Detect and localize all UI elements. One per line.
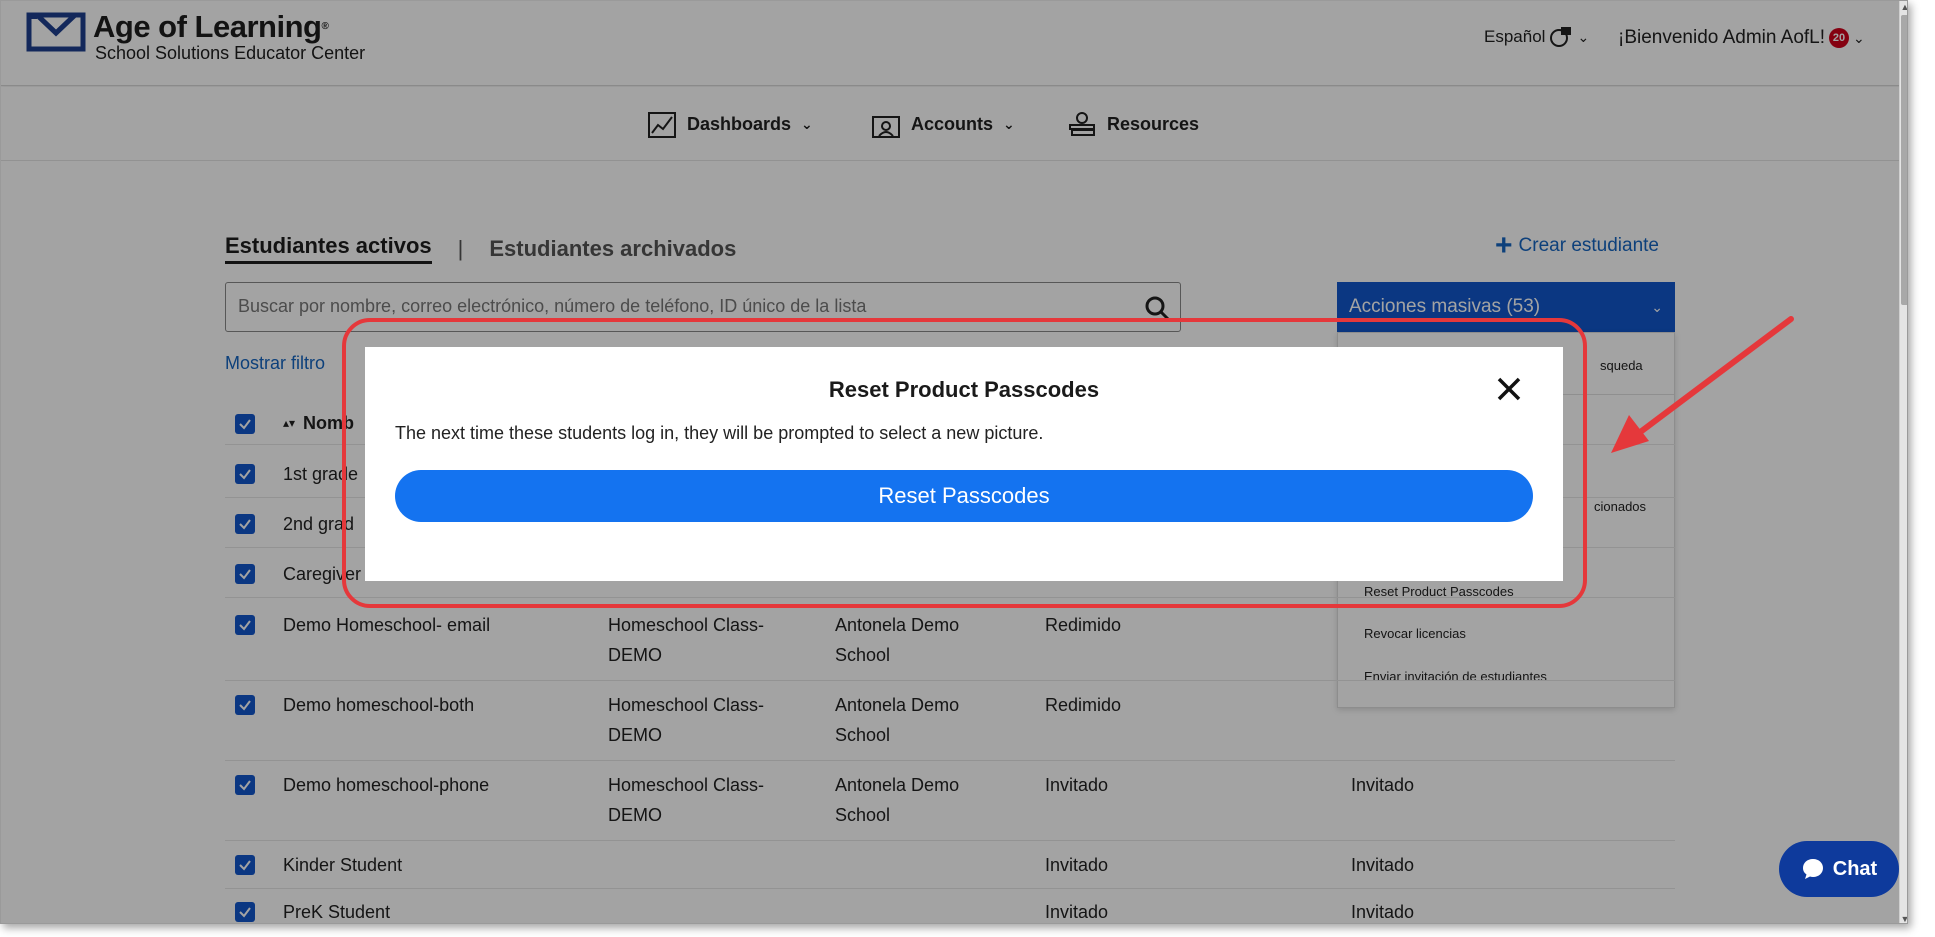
chat-bubble-icon	[1802, 859, 1823, 879]
app-frame: Age of Learning® School Solutions Educat…	[0, 0, 1908, 924]
scroll-thumb[interactable]	[1901, 15, 1907, 305]
reset-passcodes-button[interactable]: Reset Passcodes	[395, 470, 1533, 522]
scroll-down-icon[interactable]: ▼	[1900, 914, 1907, 923]
modal-title: Reset Product Passcodes	[828, 377, 1100, 402]
chat-label: Chat	[1832, 857, 1878, 880]
reset-passcodes-modal: Reset Product Passcodes The next time th…	[365, 347, 1563, 581]
close-icon[interactable]	[1495, 375, 1523, 403]
scroll-up-icon[interactable]: ▲	[1900, 2, 1907, 12]
chat-button[interactable]: Chat	[1779, 841, 1899, 897]
modal-description: The next time these students log in, the…	[395, 423, 1044, 443]
page-scrollbar[interactable]: ▲ ▼	[1899, 1, 1907, 923]
annotation-arrow-icon	[1611, 316, 1794, 453]
